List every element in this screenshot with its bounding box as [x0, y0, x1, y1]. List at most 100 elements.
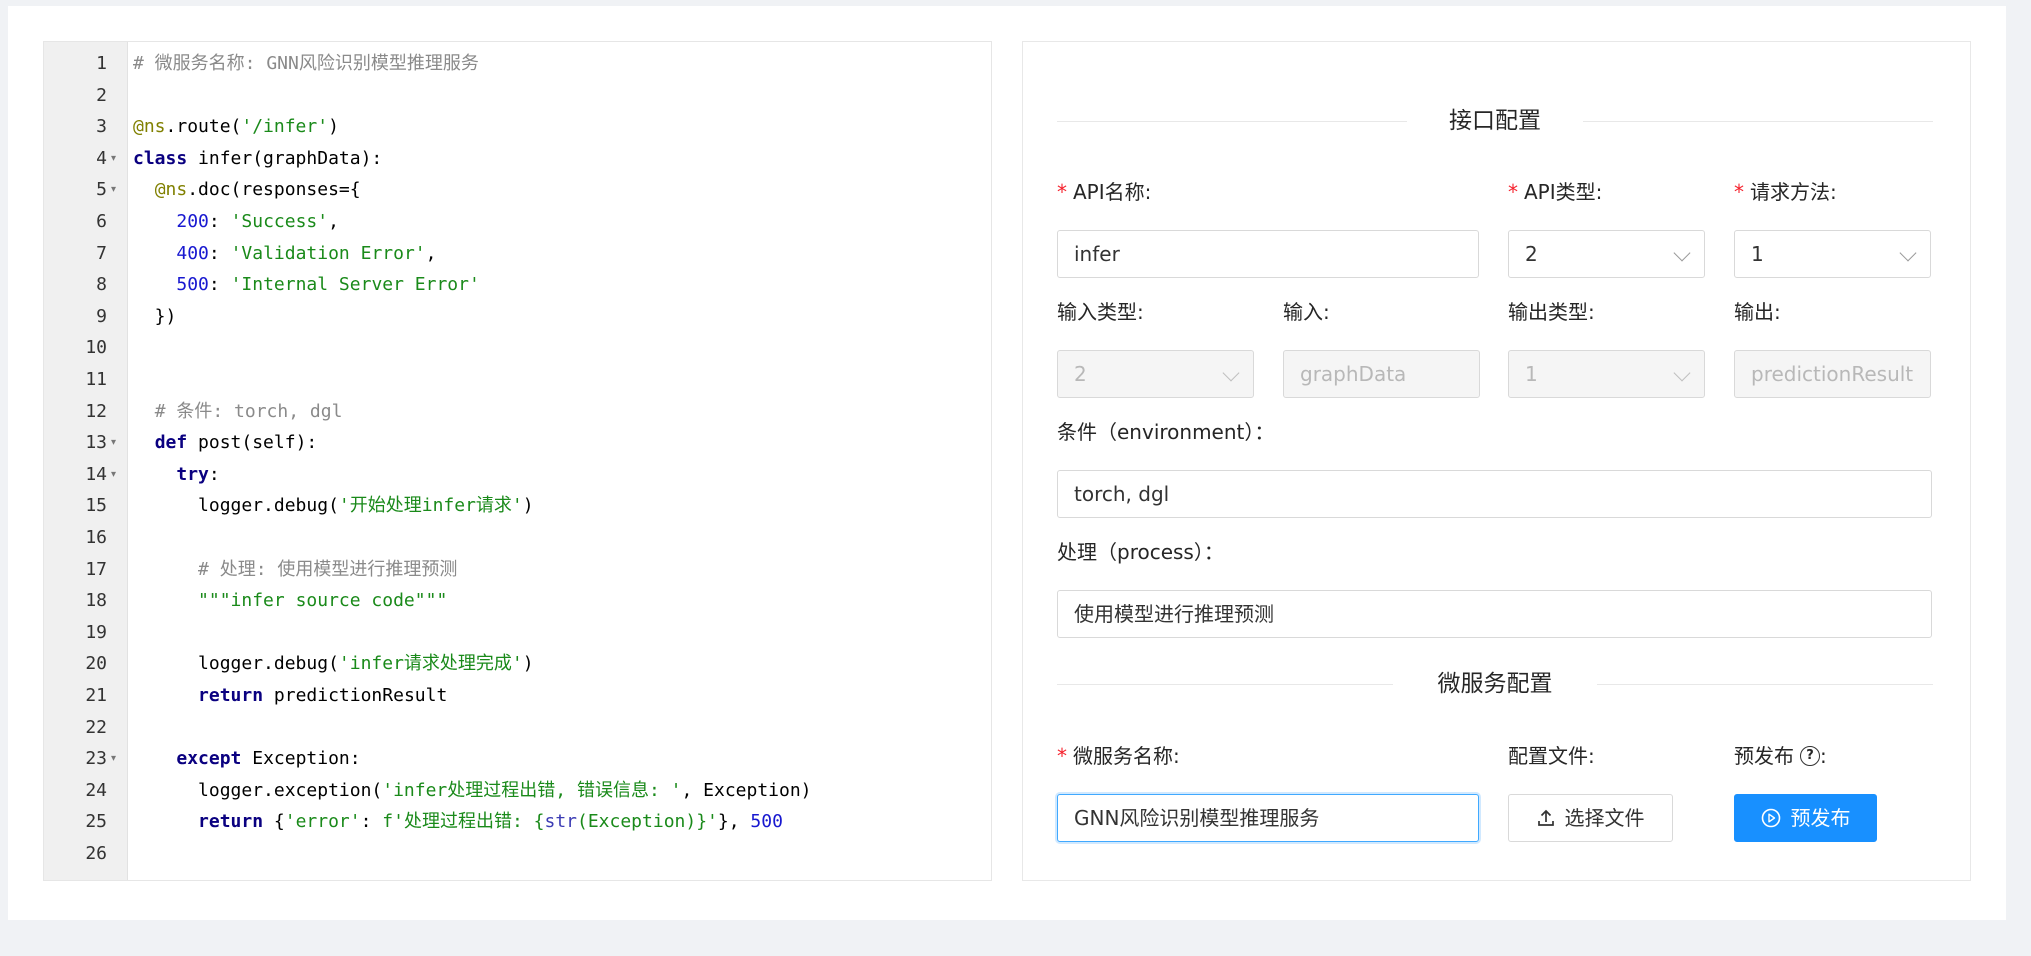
question-circle-icon[interactable]: ?: [1800, 745, 1820, 766]
code-line: 16: [44, 522, 991, 554]
method-select[interactable]: 1: [1734, 230, 1931, 278]
code-token: (Exception)}': [577, 811, 718, 833]
code-token: '开始处理infer请求': [338, 495, 523, 517]
required-mark: *: [1734, 180, 1744, 204]
fold-arrow-icon[interactable]: ▾: [111, 183, 116, 197]
fold-arrow-icon[interactable]: ▾: [111, 152, 116, 166]
environment-input[interactable]: torch, dgl: [1057, 470, 1932, 518]
prerelease-label: 预发布?:: [1734, 742, 1827, 770]
code-token: :: [208, 274, 231, 296]
code-token: 500: [176, 274, 209, 296]
code-token: :: [208, 211, 231, 232]
chevron-down-icon: [1673, 244, 1691, 262]
code-token: return: [198, 811, 264, 833]
fold-arrow-icon[interactable]: ▾: [111, 752, 116, 766]
prerelease-button[interactable]: 预发布: [1734, 794, 1877, 842]
line-number: 1: [96, 53, 107, 74]
code-token: @ns: [133, 116, 166, 138]
required-mark: *: [1057, 180, 1067, 204]
code-token: infer(graphData):: [187, 147, 383, 169]
code-text: logger.debug('开始处理infer请求'): [133, 490, 534, 522]
api-type-label-text: API类型:: [1524, 180, 1603, 204]
code-token: :: [208, 242, 231, 264]
divider-line-left: [1057, 684, 1393, 685]
code-text: return {'error': f'处理过程出错: {str(Exceptio…: [133, 806, 783, 838]
code-token: ): [522, 653, 534, 675]
input-type-value: 2: [1074, 362, 1087, 386]
code-token: 'error': [284, 811, 361, 833]
line-number: 23: [85, 748, 107, 770]
fold-arrow-icon[interactable]: ▾: [111, 468, 116, 482]
code-text: class infer(graphData):: [133, 143, 382, 175]
choose-file-label: 选择文件: [1564, 806, 1645, 830]
line-number: 18: [85, 590, 107, 612]
code-line: 5 ▾ @ns.doc(responses={: [44, 174, 991, 206]
code-token: ,: [328, 211, 339, 232]
method-label: * 请求方法:: [1734, 178, 1837, 206]
line-number: 13: [85, 432, 107, 454]
code-line: 9 }): [44, 301, 991, 333]
code-text: """infer source code""": [133, 585, 447, 617]
output-field: predictionResult: [1734, 350, 1931, 398]
code-token: Exception:: [241, 748, 361, 770]
interface-config-title: 接口配置: [1449, 108, 1541, 134]
prerelease-label-text: 预发布: [1734, 744, 1794, 768]
line-number: 22: [85, 716, 107, 738]
input-label: 输入:: [1283, 300, 1330, 324]
required-mark: *: [1057, 744, 1067, 768]
code-token: predictionResult: [263, 685, 448, 706]
code-text: 200: 'Success',: [133, 206, 339, 238]
code-text: 400: 'Validation Error',: [133, 238, 436, 270]
line-number: 20: [85, 653, 107, 675]
code-token: str: [544, 811, 577, 833]
fold-arrow-icon[interactable]: ▾: [111, 436, 116, 450]
process-input[interactable]: 使用模型进行推理预测: [1057, 590, 1932, 638]
code-token: logger.debug(: [133, 653, 339, 675]
code-token: # 条件: torch, dgl: [154, 400, 343, 422]
code-line: 3 @ns.route('/infer'): [44, 111, 991, 143]
code-token: ): [328, 116, 339, 138]
api-type-value: 2: [1525, 242, 1538, 266]
line-number: 6: [96, 211, 107, 232]
code-editor[interactable]: 1 # 微服务名称: GNN风险识别模型推理服务 2 3 @ns.route('/inf…: [43, 41, 992, 881]
line-number: 19: [85, 621, 107, 643]
code-text: 500: 'Internal Server Error': [133, 269, 479, 301]
line-number: 21: [85, 685, 107, 706]
line-number: 7: [96, 242, 107, 264]
input-field: graphData: [1283, 350, 1480, 398]
code-text: }): [133, 301, 177, 333]
code-token: return: [198, 685, 264, 706]
choose-file-button[interactable]: 选择文件: [1508, 794, 1673, 842]
config-panel: 接口配置 * API名称: * API类型: * 请求方法: infer 2 1 输入…: [1022, 41, 1971, 881]
code-line: 13 ▾ def post(self):: [44, 427, 991, 459]
upload-icon: [1537, 809, 1554, 826]
code-token: 'infer处理过程出错, 错误信息: ': [382, 779, 682, 801]
output-label: 输出:: [1734, 300, 1781, 324]
api-type-select[interactable]: 2: [1508, 230, 1705, 278]
api-name-input[interactable]: infer: [1057, 230, 1479, 278]
divider-line-right: [1583, 121, 1933, 122]
code-line: 2: [44, 80, 991, 112]
code-line: 20 logger.debug('infer请求处理完成'): [44, 648, 991, 680]
code-text: return predictionResult: [133, 680, 447, 712]
code-token: {: [263, 811, 285, 833]
code-text: def post(self):: [133, 427, 318, 459]
line-number: 10: [85, 337, 107, 359]
line-number: 8: [96, 274, 107, 296]
divider-line-left: [1057, 121, 1407, 122]
code-line: 23 ▾ except Exception:: [44, 743, 991, 775]
code-line: 26: [44, 838, 991, 870]
output-type-select: 1: [1508, 350, 1705, 398]
code-token: @ns: [154, 179, 188, 201]
line-number: 14: [85, 463, 107, 485]
code-token: 200: [176, 211, 209, 232]
code-token: def: [154, 432, 188, 454]
interface-config-divider: 接口配置: [1057, 101, 1933, 141]
service-name-input[interactable]: GNN风险识别模型推理服务: [1057, 794, 1479, 842]
method-value: 1: [1751, 242, 1764, 266]
